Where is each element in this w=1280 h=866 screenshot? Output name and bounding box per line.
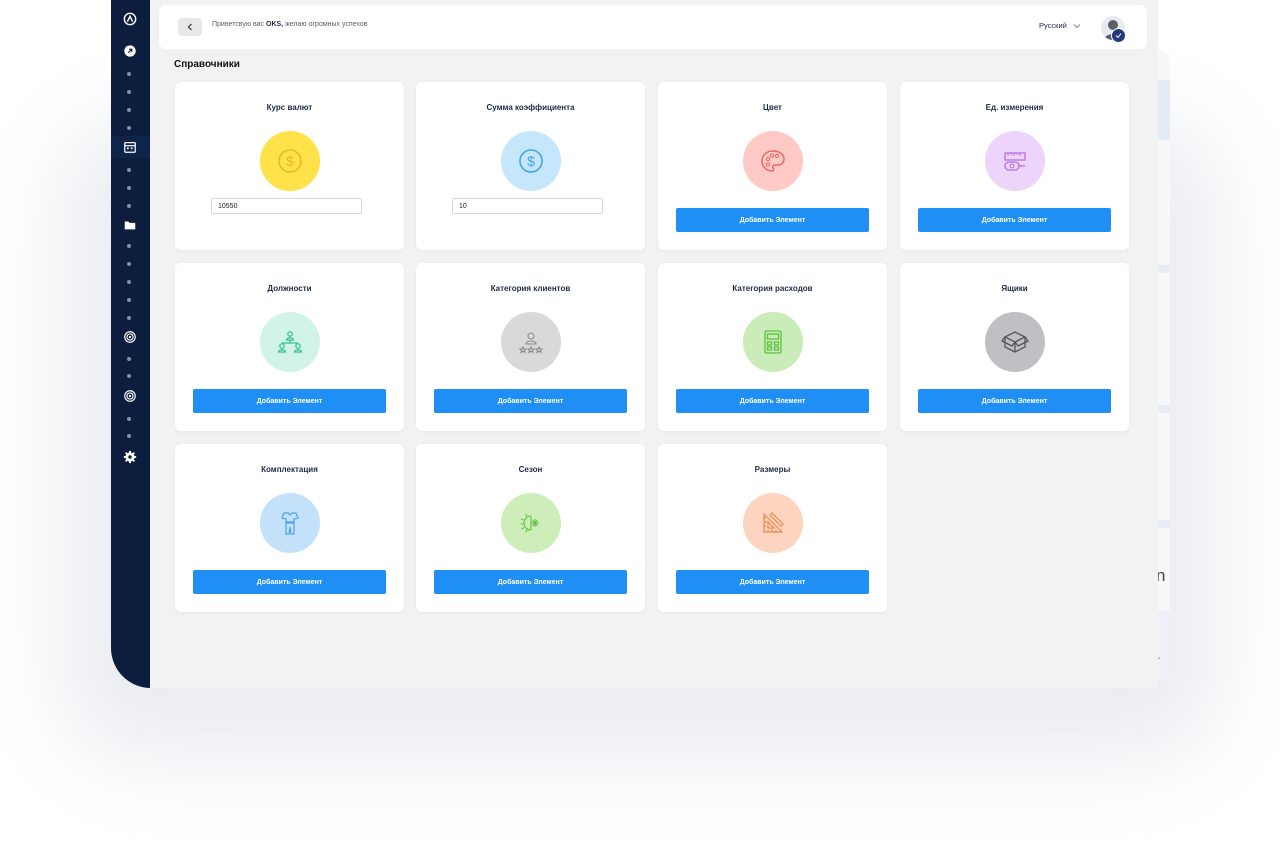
- check-icon: [1115, 33, 1122, 39]
- ruler-triangle-icon: [763, 512, 784, 533]
- card-title: Категория клиентов: [490, 284, 571, 293]
- language-label: Русский: [1039, 21, 1067, 30]
- nav-dot[interactable]: [127, 72, 131, 76]
- chevron-left-icon: [187, 23, 192, 31]
- clothing-icon: [281, 512, 299, 535]
- nav-dot[interactable]: [127, 316, 131, 320]
- greeting-user: OKS,: [266, 21, 284, 28]
- nav-dot[interactable]: [127, 374, 131, 378]
- nav-dot[interactable]: [127, 417, 131, 421]
- add-element-button[interactable]: Добавить Элемент: [434, 389, 627, 413]
- card-icon-circle: [743, 493, 803, 553]
- season-icon: [520, 513, 539, 533]
- card-units: Ед. измерения Добавить Элемент: [900, 82, 1129, 250]
- card-icon-circle: $: [260, 131, 320, 191]
- card-expense-category: Категория расходов Добавить Элемент: [658, 263, 887, 431]
- card-title: Должности: [267, 284, 312, 293]
- nav-dot[interactable]: [127, 126, 131, 130]
- card-currency-rate: Курс валют $: [175, 82, 404, 250]
- card-icon-circle: [985, 131, 1045, 191]
- nav-dot[interactable]: [127, 186, 131, 190]
- card-title: Сумма коэффициента: [486, 103, 575, 112]
- app-window: Приветсвую вас OKS, желаю огромных успех…: [111, 0, 1158, 688]
- card-icon-circle: [743, 131, 803, 191]
- greeting-prefix: Приветсвую вас: [212, 21, 265, 28]
- card-color: Цвет Добавить Элемент: [658, 82, 887, 250]
- nav-dot[interactable]: [127, 357, 131, 361]
- add-element-button[interactable]: Добавить Элемент: [676, 570, 869, 594]
- measuring-tape-icon: [1004, 152, 1026, 171]
- card-icon-circle: [501, 312, 561, 372]
- nav-dot[interactable]: [127, 262, 131, 266]
- card-title: Комплектация: [261, 465, 318, 474]
- card-icon-circle: [743, 312, 803, 372]
- nav-dot[interactable]: [127, 280, 131, 284]
- radio-icon[interactable]: [121, 387, 139, 405]
- svg-text:$: $: [527, 153, 535, 169]
- org-chart-icon: [277, 331, 303, 353]
- add-element-button[interactable]: Добавить Элемент: [676, 389, 869, 413]
- page-title: Справочники: [174, 59, 240, 70]
- card-icon-circle: [260, 312, 320, 372]
- client-rating-icon: [518, 332, 544, 354]
- add-element-button[interactable]: Добавить Элемент: [193, 570, 386, 594]
- card-coefficient-sum: Сумма коэффициента $: [416, 82, 645, 250]
- svg-text:$: $: [286, 153, 294, 169]
- add-element-button[interactable]: Добавить Элемент: [676, 208, 869, 232]
- nav-dot[interactable]: [127, 168, 131, 172]
- box-icon: [1001, 331, 1029, 353]
- card-boxes: Ящики Добавить Элемент: [900, 263, 1129, 431]
- radio-icon[interactable]: [121, 328, 139, 346]
- nav-dot[interactable]: [127, 298, 131, 302]
- logo-icon[interactable]: [121, 10, 139, 28]
- coefficient-sum-input[interactable]: [452, 198, 603, 214]
- card-title: Ед. измерения: [985, 103, 1044, 112]
- card-season: Сезон Добавить Элемент: [416, 444, 645, 612]
- card-title: Сезон: [518, 465, 543, 474]
- greeting-text: Приветсвую вас OKS, желаю огромных успех…: [212, 21, 367, 28]
- palette-icon: [761, 150, 785, 172]
- settings-icon[interactable]: [121, 448, 139, 466]
- calculator-icon: [764, 330, 782, 354]
- nav-dot[interactable]: [127, 108, 131, 112]
- currency-rate-input[interactable]: [211, 198, 362, 214]
- card-positions: Должности Добавить Элемент: [175, 263, 404, 431]
- card-title: Цвет: [763, 103, 782, 112]
- dollar-icon: $: [519, 149, 543, 173]
- back-button[interactable]: [178, 18, 202, 36]
- calendar-icon[interactable]: [121, 138, 139, 156]
- card-icon-circle: $: [501, 131, 561, 191]
- card-title: Ящики: [1001, 284, 1028, 293]
- dashboard-icon[interactable]: [121, 42, 139, 60]
- card-title: Категория расходов: [732, 284, 813, 293]
- add-element-button[interactable]: Добавить Элемент: [918, 208, 1111, 232]
- top-bar: Приветсвую вас OKS, желаю огромных успех…: [159, 5, 1147, 49]
- card-title: Курс валют: [266, 103, 313, 112]
- card-sizes: Размеры Добавить Элемент: [658, 444, 887, 612]
- nav-dot[interactable]: [127, 90, 131, 94]
- card-icon-circle: [985, 312, 1045, 372]
- add-element-button[interactable]: Добавить Элемент: [193, 389, 386, 413]
- card-kit: Комплектация Добавить Элемент: [175, 444, 404, 612]
- language-select[interactable]: Русский: [1039, 21, 1081, 30]
- sidebar: [111, 0, 150, 688]
- card-icon-circle: [260, 493, 320, 553]
- nav-dot[interactable]: [127, 244, 131, 248]
- folder-icon[interactable]: [121, 216, 139, 234]
- card-title: Размеры: [754, 465, 791, 474]
- avatar-badge: [1111, 28, 1126, 43]
- card-client-category: Категория клиентов Добавить Элемент: [416, 263, 645, 431]
- nav-dot[interactable]: [127, 434, 131, 438]
- nav-dot[interactable]: [127, 204, 131, 208]
- card-icon-circle: [501, 493, 561, 553]
- add-element-button[interactable]: Добавить Элемент: [918, 389, 1111, 413]
- dollar-icon: $: [278, 149, 302, 173]
- add-element-button[interactable]: Добавить Элемент: [434, 570, 627, 594]
- greeting-suffix: желаю огромных успехов: [285, 21, 368, 28]
- chevron-down-icon: [1073, 23, 1081, 28]
